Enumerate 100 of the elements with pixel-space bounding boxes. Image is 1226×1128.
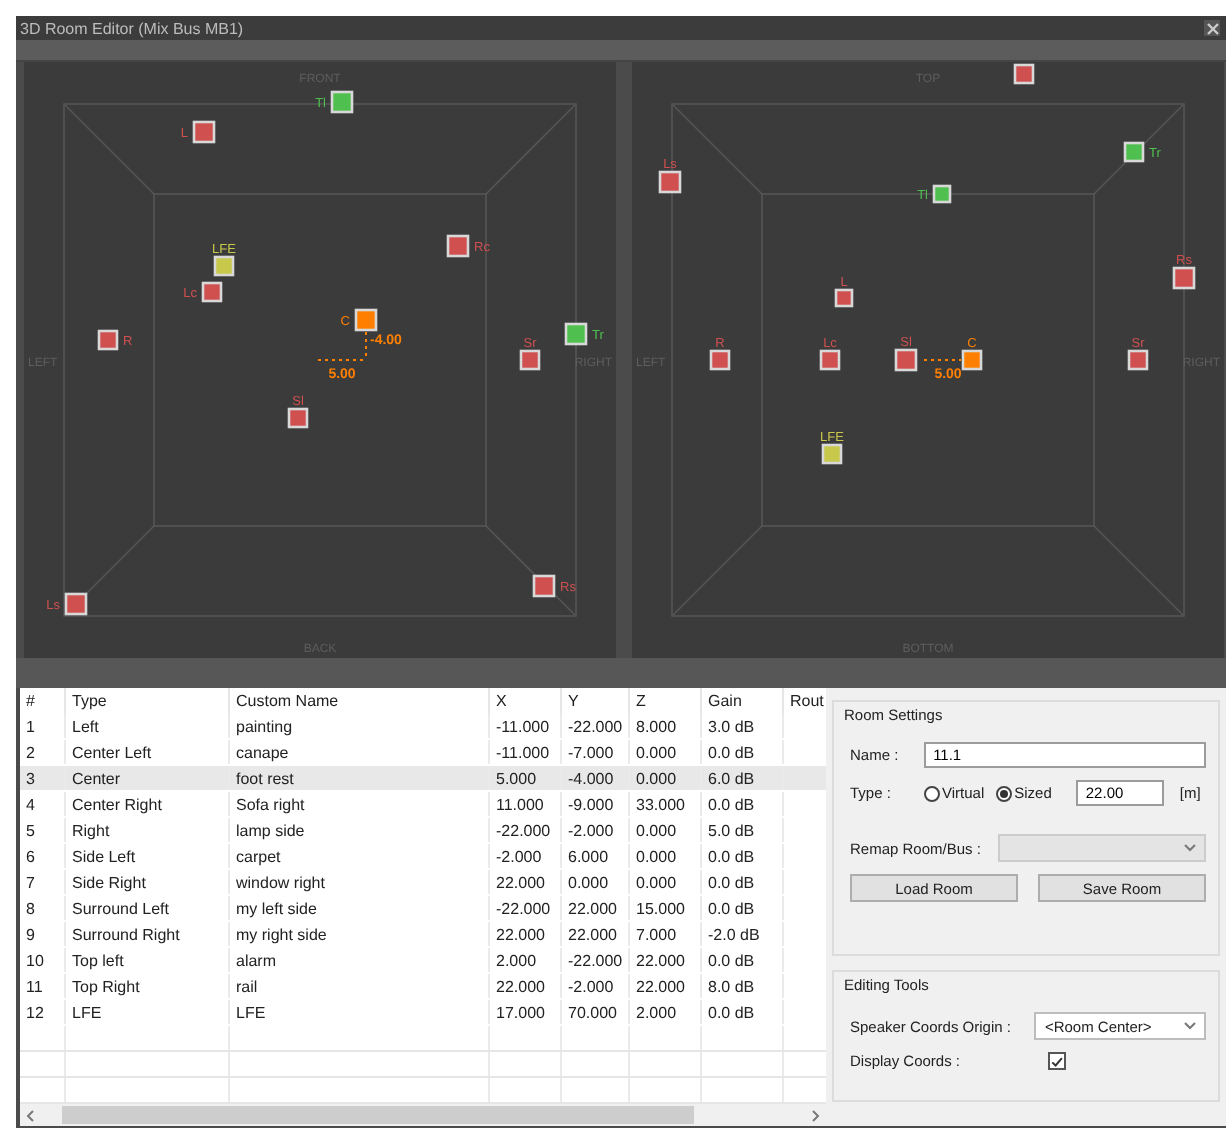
- horizontal-scrollbar[interactable]: [20, 1104, 826, 1126]
- speaker-marker[interactable]: [330, 90, 354, 114]
- table-cell: -2.000: [561, 973, 629, 999]
- table-cell: 3: [20, 765, 65, 791]
- table-cell: -22.000: [489, 817, 561, 843]
- table-cell: 9: [20, 921, 65, 947]
- table-cell: lamp side: [229, 817, 489, 843]
- table-cell: 22.000: [561, 921, 629, 947]
- window-title: 3D Room Editor (Mix Bus MB1): [20, 19, 244, 37]
- table-cell: 5.0 dB: [701, 817, 783, 843]
- table-cell: 4: [20, 791, 65, 817]
- speaker-marker[interactable]: [201, 281, 223, 303]
- table-cell: 0.0 dB: [701, 895, 783, 921]
- table-row[interactable]: 3 Center foot rest 5.000 -4.000 0.000 6.0 dB: [20, 765, 826, 791]
- table-cell: 22.000: [489, 869, 561, 895]
- table-cell: 6.0 dB: [701, 765, 783, 791]
- speaker-marker[interactable]: [519, 349, 541, 371]
- scroll-left-icon[interactable]: [26, 1109, 34, 1121]
- display-coords-checkbox[interactable]: [1048, 1052, 1066, 1070]
- column-header[interactable]: X: [489, 688, 561, 714]
- table-cell: 6.000: [561, 843, 629, 869]
- table-cell: 0.0 dB: [701, 791, 783, 817]
- table-cell: Left: [65, 714, 229, 739]
- scroll-right-icon[interactable]: [812, 1109, 820, 1121]
- speaker-marker[interactable]: [709, 349, 731, 371]
- table-cell: 12: [20, 999, 65, 1025]
- table-cell: 33.000: [629, 791, 701, 817]
- column-header[interactable]: #: [20, 688, 65, 714]
- column-header[interactable]: Type: [65, 688, 229, 714]
- speaker-marker[interactable]: [1123, 141, 1145, 163]
- scrollbar-thumb[interactable]: [62, 1106, 694, 1124]
- speaker-marker[interactable]: [834, 288, 854, 308]
- speaker-marker[interactable]: [1127, 349, 1149, 371]
- table-cell: 7: [20, 869, 65, 895]
- close-icon[interactable]: [1204, 20, 1220, 36]
- table-cell: 0.0 dB: [701, 843, 783, 869]
- speaker-marker[interactable]: [1172, 266, 1196, 290]
- table-cell: Center: [65, 765, 229, 791]
- table-cell: 0.0 dB: [701, 869, 783, 895]
- table-cell: 0.000: [629, 765, 701, 791]
- coord-guide: [923, 359, 962, 361]
- speaker-marker[interactable]: [821, 443, 843, 465]
- column-header[interactable]: Y: [561, 688, 629, 714]
- table-cell: 8: [20, 895, 65, 921]
- table-cell: 22.000: [489, 921, 561, 947]
- table-cell: 0.000: [629, 843, 701, 869]
- table-cell: 15.000: [629, 895, 701, 921]
- speaker-marker[interactable]: [192, 120, 216, 144]
- table-cell: 22.000: [629, 947, 701, 973]
- speaker-marker[interactable]: [446, 234, 470, 258]
- column-header[interactable]: Custom Name: [229, 688, 489, 714]
- table-cell: 17.000: [489, 999, 561, 1025]
- table-cell: 2.000: [629, 999, 701, 1025]
- speaker-marker[interactable]: [564, 322, 588, 346]
- chevron-down-icon: [1184, 1022, 1196, 1030]
- table-cell: Top Right: [65, 973, 229, 999]
- speaker-marker[interactable]: [354, 308, 378, 332]
- table-cell: my left side: [229, 895, 489, 921]
- speaker-marker[interactable]: [97, 329, 119, 351]
- speaker-marker[interactable]: [64, 592, 88, 616]
- table-cell: 11: [20, 973, 65, 999]
- table-cell: 22.000: [489, 973, 561, 999]
- table-cell: LFE: [65, 999, 229, 1025]
- speaker-marker[interactable]: [961, 349, 983, 371]
- speaker-marker[interactable]: [287, 407, 309, 429]
- table-cell: Top left: [65, 947, 229, 973]
- table-cell: carpet: [229, 843, 489, 869]
- table-cell: 0.0 dB: [701, 947, 783, 973]
- chevron-down-icon: [1184, 844, 1196, 852]
- table-cell: my right side: [229, 921, 489, 947]
- speaker-marker[interactable]: [894, 348, 918, 372]
- table-cell: 70.000: [561, 999, 629, 1025]
- table-cell: 2.000: [489, 947, 561, 973]
- table-cell: 10: [20, 947, 65, 973]
- speaker-marker[interactable]: [213, 255, 235, 277]
- speaker-marker[interactable]: [1013, 63, 1035, 85]
- table-cell: window right: [229, 869, 489, 895]
- table-cell: alarm: [229, 947, 489, 973]
- table-cell: 22.000: [629, 973, 701, 999]
- table-cell: Sofa right: [229, 791, 489, 817]
- table-cell: 8.000: [629, 714, 701, 739]
- speaker-marker[interactable]: [819, 349, 841, 371]
- table-cell: 6: [20, 843, 65, 869]
- table-cell: -22.000: [561, 714, 629, 739]
- speaker-marker[interactable]: [532, 574, 556, 598]
- column-header[interactable]: Gain: [701, 688, 783, 714]
- table-cell: -4.000: [561, 765, 629, 791]
- table-cell: rail: [229, 973, 489, 999]
- speaker-marker[interactable]: [932, 184, 952, 204]
- table-cell: 0.0 dB: [701, 999, 783, 1025]
- table-cell: 5: [20, 817, 65, 843]
- column-header[interactable]: Z: [629, 688, 701, 714]
- speaker-marker[interactable]: [658, 170, 682, 194]
- table-cell: 22.000: [561, 895, 629, 921]
- table-cell: Side Right: [65, 869, 229, 895]
- table-cell: 0.000: [561, 869, 629, 895]
- table-cell: 5.000: [489, 765, 561, 791]
- table-cell: Center Right: [65, 791, 229, 817]
- table-cell: 11.000: [489, 791, 561, 817]
- table-cell: Right: [65, 817, 229, 843]
